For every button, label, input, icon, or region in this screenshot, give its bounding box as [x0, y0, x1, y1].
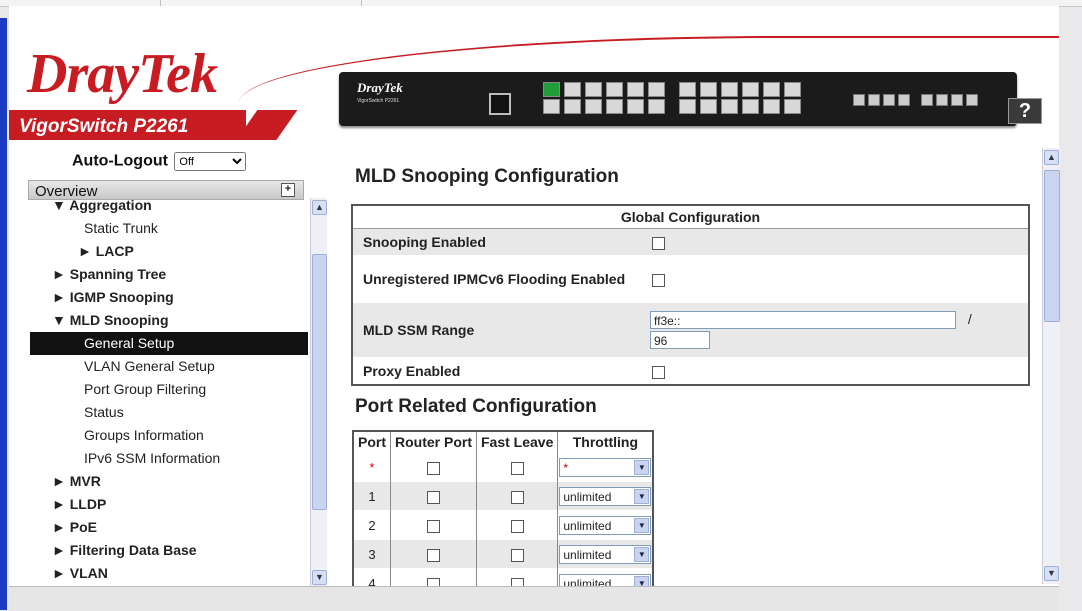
auto-logout: Auto-Logout Off: [72, 152, 247, 171]
overview-label: Overview: [35, 183, 98, 200]
col-fast-leave: Fast Leave: [476, 430, 559, 453]
mld-ssm-range-label: MLD SSM Range: [352, 302, 646, 358]
ssm-prefix-input[interactable]: ff3e::: [650, 311, 956, 330]
router-port-checkbox[interactable]: [427, 461, 440, 475]
window-left-border: [0, 18, 7, 610]
scroll-up-icon[interactable]: ▲: [312, 200, 327, 215]
sidebar-item-groups-information[interactable]: Groups Information: [30, 424, 308, 447]
unregistered-flooding-checkbox[interactable]: [652, 273, 665, 287]
table-row: * * ▼: [353, 452, 654, 482]
global-config-table: Global Configuration Snooping Enabled Un…: [351, 204, 1030, 386]
sidebar-item-ipv6-ssm-information[interactable]: IPv6 SSM Information: [30, 447, 308, 470]
sfp-group-2: [921, 94, 979, 106]
port-cell: 3: [353, 539, 391, 569]
main-scrollbar[interactable]: ▲ ▼: [1042, 148, 1060, 584]
sidebar-item-mld-snooping[interactable]: ▼ MLD Snooping: [30, 309, 308, 332]
port-config-title: Port Related Configuration: [355, 396, 597, 417]
sidebar-item-lacp[interactable]: ► LACP: [30, 240, 308, 263]
sidebar-item-port-group-filtering[interactable]: Port Group Filtering: [30, 378, 308, 401]
router-port-checkbox[interactable]: [427, 490, 440, 504]
browser-status-bar: [9, 586, 1059, 611]
router-port-checkbox[interactable]: [427, 548, 440, 562]
sidebar-item-vlan[interactable]: ► VLAN: [30, 562, 308, 585]
global-config-header: Global Configuration: [352, 204, 1029, 229]
chevron-down-icon: ▼: [634, 459, 650, 475]
page-title: MLD Snooping Configuration: [355, 166, 619, 187]
overview-header[interactable]: Overview +: [28, 180, 304, 200]
snooping-enabled-label: Snooping Enabled: [352, 228, 646, 256]
port-cell: *: [353, 452, 391, 482]
table-row: 1 unlimited ▼: [353, 481, 654, 511]
port-group-1: [543, 82, 667, 114]
sidebar-item-mvr[interactable]: ► MVR: [30, 470, 308, 493]
fast-leave-checkbox[interactable]: [510, 490, 524, 504]
throttling-select[interactable]: unlimited ▼: [559, 486, 652, 506]
fast-leave-checkbox[interactable]: [510, 548, 524, 562]
throttling-select[interactable]: * ▼: [559, 457, 652, 477]
table-row: 3 unlimited ▼: [353, 539, 654, 569]
console-port-icon: [489, 93, 511, 115]
header-banner: DrayTek VigorSwitch P2261 DrayTek VigorS…: [9, 6, 1059, 140]
sidebar-item-status[interactable]: Status: [30, 401, 308, 424]
port-cell: 1: [353, 481, 391, 511]
sidebar-item-general-setup[interactable]: General Setup: [30, 332, 308, 355]
sidebar-item-aggregation[interactable]: ▼ Aggregation: [30, 200, 308, 217]
ssm-length-input[interactable]: 96: [650, 331, 710, 350]
device-model-label: VigorSwitch P2261: [357, 98, 400, 104]
port-group-2: [679, 82, 803, 114]
main-scroll-thumb[interactable]: [1044, 170, 1060, 322]
sfp-group-1: [853, 94, 911, 106]
sidebar-item-igmp-snooping[interactable]: ► IGMP Snooping: [30, 286, 308, 309]
device-brand-label: DrayTek: [357, 80, 403, 95]
draytek-logo: DrayTek: [27, 43, 218, 105]
sidebar-item-static-trunk[interactable]: Static Trunk: [30, 217, 308, 240]
sidebar-nav: ▼ Aggregation Static Trunk ► LACP ► Span…: [30, 200, 310, 586]
chevron-down-icon: ▼: [634, 546, 650, 562]
fast-leave-checkbox[interactable]: [510, 519, 524, 533]
router-port-checkbox[interactable]: [427, 519, 440, 533]
col-port: Port: [353, 430, 391, 453]
auto-logout-label: Auto-Logout: [72, 152, 168, 170]
proxy-enabled-checkbox[interactable]: [652, 365, 665, 379]
proxy-enabled-label: Proxy Enabled: [352, 357, 646, 385]
throttling-select[interactable]: unlimited ▼: [559, 515, 652, 535]
port-config-table: Port Router Port Fast Leave Throttling *…: [352, 430, 655, 599]
unregistered-flooding-label: Unregistered IPMCv6 Flooding Enabled: [352, 255, 646, 303]
sidebar-scrollbar[interactable]: ▲ ▼: [310, 198, 327, 586]
sidebar-item-poe[interactable]: ► PoE: [30, 516, 308, 539]
browser-frame: DrayTek VigorSwitch P2261 DrayTek VigorS…: [0, 0, 1082, 611]
sidebar-item-lldp[interactable]: ► LLDP: [30, 493, 308, 516]
scroll-down-icon[interactable]: ▼: [1044, 566, 1059, 581]
sidebar-item-spanning-tree[interactable]: ► Spanning Tree: [30, 263, 308, 286]
scroll-down-icon[interactable]: ▼: [312, 570, 327, 585]
auto-logout-select[interactable]: Off: [174, 152, 247, 171]
table-row: 2 unlimited ▼: [353, 510, 654, 540]
col-throttling: Throttling: [557, 430, 654, 453]
chevron-down-icon: ▼: [634, 488, 650, 504]
fast-leave-checkbox[interactable]: [510, 461, 524, 475]
scroll-up-icon[interactable]: ▲: [1044, 150, 1059, 165]
sidebar-scroll-thumb[interactable]: [312, 254, 327, 510]
ssm-separator: /: [967, 310, 972, 327]
throttling-select[interactable]: unlimited ▼: [559, 544, 652, 564]
model-name: VigorSwitch P2261: [19, 116, 189, 137]
snooping-enabled-checkbox[interactable]: [652, 236, 665, 250]
port-cell: 2: [353, 510, 391, 540]
col-router-port: Router Port: [390, 430, 477, 453]
plus-icon[interactable]: +: [281, 183, 295, 197]
chevron-down-icon: ▼: [634, 517, 650, 533]
sidebar-item-filtering-data-base[interactable]: ► Filtering Data Base: [30, 539, 308, 562]
switch-front-panel-image: DrayTek VigorSwitch P2261: [339, 72, 1017, 126]
sidebar-item-vlan-general-setup[interactable]: VLAN General Setup: [30, 355, 308, 378]
help-button[interactable]: ?: [1008, 98, 1042, 124]
